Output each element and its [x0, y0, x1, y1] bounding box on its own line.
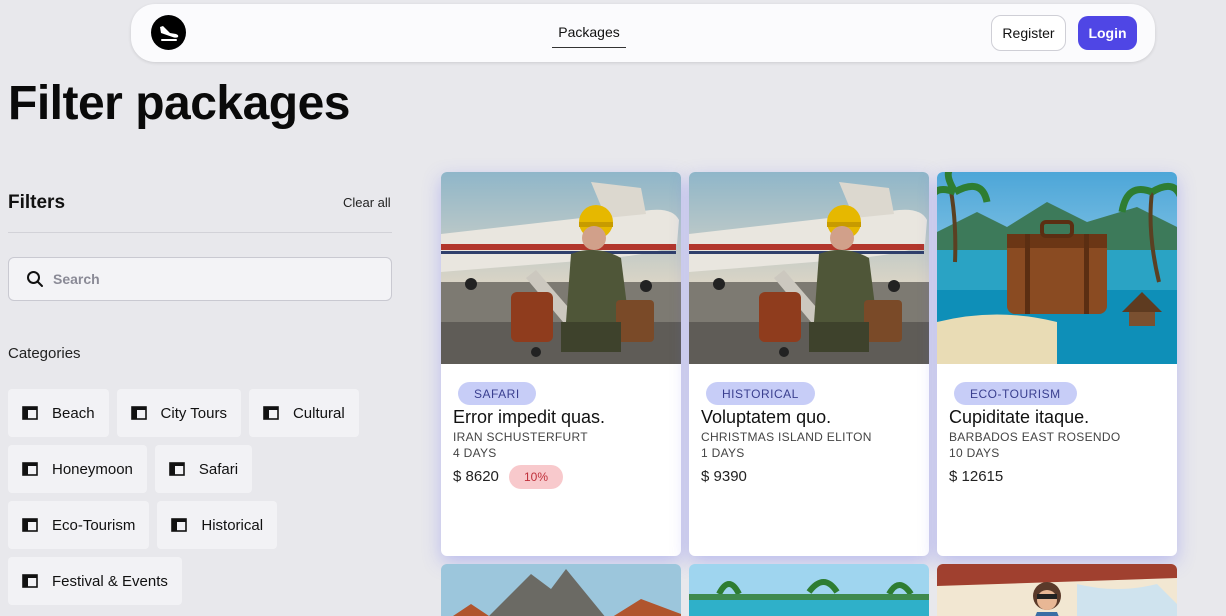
layout-icon [22, 574, 38, 588]
package-image [441, 172, 681, 364]
login-button[interactable]: Login [1078, 16, 1137, 50]
categories-title: Categories [8, 345, 81, 362]
discount-badge: 10% [509, 465, 563, 489]
category-label: City Tours [160, 404, 227, 422]
package-price: $ 9390 [701, 468, 747, 485]
package-price: $ 12615 [949, 468, 1004, 485]
category-tag: HISTORICAL [706, 382, 815, 405]
nav-link-packages[interactable]: Packages [552, 24, 626, 48]
category-tag: ECO-TOURISM [954, 382, 1077, 405]
clear-all-button[interactable]: Clear all [343, 195, 391, 210]
package-title[interactable]: Error impedit quas. [453, 407, 605, 428]
category-chip-honeymoon[interactable]: Honeymoon [8, 445, 147, 493]
package-duration: 4 DAYS [453, 446, 497, 460]
category-tag: SAFARI [458, 382, 536, 405]
package-image [689, 172, 929, 364]
category-chip-beach[interactable]: Beach [8, 389, 109, 437]
category-chip-cultural[interactable]: Cultural [248, 389, 359, 437]
search-icon [25, 269, 45, 289]
package-card-partial[interactable] [441, 564, 681, 616]
filters-title: Filters [8, 192, 66, 213]
package-price: $ 8620 [453, 468, 499, 485]
package-card[interactable]: HISTORICAL Voluptatem quo. CHRISTMAS ISL… [689, 172, 929, 556]
package-duration: 10 DAYS [949, 446, 1000, 460]
package-image [937, 172, 1177, 364]
package-location: IRAN SCHUSTERFURT [453, 430, 588, 444]
category-label: Beach [52, 404, 95, 422]
package-location: BARBADOS EAST ROSENDO [949, 430, 1121, 444]
category-label: Festival & Events [52, 572, 168, 590]
layout-icon [130, 406, 147, 420]
category-list: Beach City Tours Cultural Honeymoon Safa… [8, 389, 398, 613]
package-image [441, 564, 681, 616]
register-button[interactable]: Register [991, 15, 1066, 51]
package-image [937, 564, 1177, 616]
category-chip-city-tours[interactable]: City Tours [116, 389, 241, 437]
package-duration: 1 DAYS [701, 446, 745, 460]
package-image [689, 564, 929, 616]
category-label: Eco-Tourism [52, 516, 136, 534]
package-card[interactable]: SAFARI Error impedit quas. IRAN SCHUSTER… [441, 172, 681, 556]
package-location: CHRISTMAS ISLAND ELITON [701, 430, 872, 444]
category-chip-festival-events[interactable]: Festival & Events [8, 557, 182, 605]
package-card[interactable]: ECO-TOURISM Cupiditate itaque. BARBADOS … [937, 172, 1177, 556]
layout-icon [22, 518, 38, 532]
divider [8, 232, 392, 233]
category-chip-safari[interactable]: Safari [154, 445, 253, 493]
category-label: Safari [198, 460, 239, 478]
layout-icon [22, 406, 38, 420]
category-label: Cultural [292, 404, 345, 422]
category-chip-eco-tourism[interactable]: Eco-Tourism [8, 501, 150, 549]
page-title: Filter packages [8, 77, 351, 130]
plane-landing-icon[interactable] [151, 15, 186, 50]
category-chip-historical[interactable]: Historical [157, 501, 278, 549]
search-box[interactable] [8, 257, 392, 301]
category-label: Honeymoon [52, 460, 133, 478]
package-title[interactable]: Voluptatem quo. [701, 407, 831, 428]
package-card-partial[interactable] [689, 564, 929, 616]
layout-icon [171, 518, 188, 532]
top-nav: Packages Register Login [131, 4, 1155, 62]
layout-icon [263, 406, 279, 420]
package-title[interactable]: Cupiditate itaque. [949, 407, 1089, 428]
layout-icon [22, 462, 38, 476]
search-input[interactable] [53, 271, 353, 287]
category-label: Historical [201, 516, 264, 534]
layout-icon [169, 462, 185, 476]
package-card-partial[interactable] [937, 564, 1177, 616]
